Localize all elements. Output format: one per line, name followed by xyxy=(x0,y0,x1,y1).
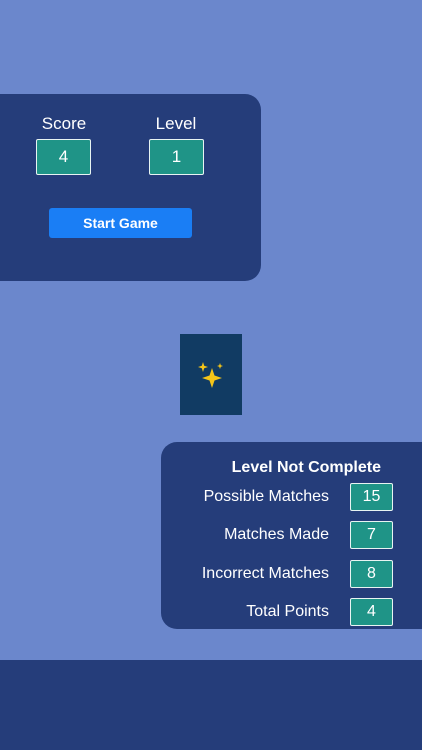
start-game-button[interactable]: Start Game xyxy=(49,208,192,238)
score-value: 4 xyxy=(36,139,91,175)
score-label: Score xyxy=(41,114,87,133)
level-label: Level xyxy=(155,114,197,133)
sparkles-icon xyxy=(198,361,223,388)
matches-made-value: 7 xyxy=(350,521,393,549)
total-points-label: Total Points xyxy=(246,603,329,620)
level-value: 1 xyxy=(149,139,204,175)
possible-matches-label: Possible Matches xyxy=(203,488,329,505)
game-card[interactable] xyxy=(180,334,242,415)
footer-bar xyxy=(0,660,422,750)
incorrect-matches-label: Incorrect Matches xyxy=(201,565,329,582)
possible-matches-value: 15 xyxy=(350,483,393,511)
matches-made-label: Matches Made xyxy=(224,526,329,543)
incorrect-matches-value: 8 xyxy=(350,560,393,588)
level-status-title: Level Not Complete xyxy=(231,459,381,476)
total-points-value: 4 xyxy=(350,598,393,626)
